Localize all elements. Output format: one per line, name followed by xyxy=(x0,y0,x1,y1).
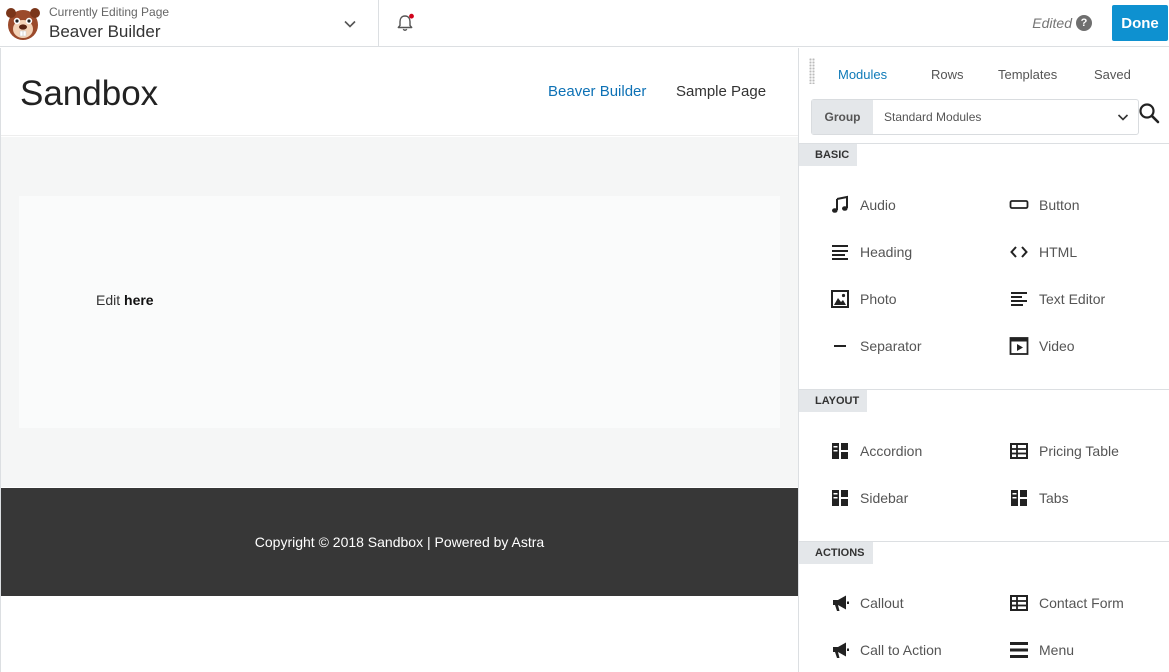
megaphone-icon xyxy=(833,595,849,611)
module-label: Video xyxy=(1039,338,1075,354)
nav-link-beaver-builder[interactable]: Beaver Builder xyxy=(548,83,646,100)
module-label: Photo xyxy=(860,291,897,307)
group-select[interactable]: Standard Modules xyxy=(873,100,1139,134)
text-editor-icon xyxy=(1011,292,1027,306)
editing-label: Currently Editing Page xyxy=(49,5,170,19)
help-icon[interactable]: ? xyxy=(1076,15,1092,31)
site-footer: Copyright © 2018 Sandbox | Powered by As… xyxy=(1,488,798,596)
module-label: Accordion xyxy=(860,443,923,459)
drag-handle-icon[interactable] xyxy=(809,58,815,84)
group-filter: Group Standard Modules xyxy=(811,99,1139,135)
beaver-logo-icon[interactable] xyxy=(4,4,42,42)
module-label: Heading xyxy=(860,244,913,260)
top-bar: Currently Editing Page Beaver Builder Ed… xyxy=(0,0,1169,47)
module-label: Pricing Table xyxy=(1039,443,1119,459)
edit-status: Edited xyxy=(1032,15,1072,31)
code-icon xyxy=(1010,246,1028,258)
megaphone-icon xyxy=(833,642,849,658)
content-panel: Modules Rows Templates Saved Group Stand… xyxy=(798,48,1169,672)
accordion-icon xyxy=(832,443,848,459)
text-module[interactable]: Edit here xyxy=(19,196,780,428)
section-actions-label: ACTIONS xyxy=(799,542,873,564)
page-title: Beaver Builder xyxy=(49,22,161,41)
module-label: Button xyxy=(1039,197,1080,213)
form-icon xyxy=(1010,595,1028,611)
tab-templates[interactable]: Templates xyxy=(998,67,1057,82)
nav-link-sample-page[interactable]: Sample Page xyxy=(676,83,766,100)
module-label: Menu xyxy=(1039,642,1075,658)
content-row[interactable]: Edit here xyxy=(1,137,798,487)
page-selector[interactable]: Currently Editing Page Beaver Builder xyxy=(49,4,369,42)
group-select-value: Standard Modules xyxy=(884,110,982,124)
module-text[interactable]: Edit here xyxy=(96,292,154,308)
tab-saved[interactable]: Saved xyxy=(1094,67,1131,82)
done-button[interactable]: Done xyxy=(1112,5,1168,41)
heading-icon xyxy=(832,245,848,260)
site-title[interactable]: Sandbox xyxy=(20,74,158,114)
module-label: Call to Action xyxy=(860,642,942,658)
tabs-icon xyxy=(1011,490,1027,506)
module-label: Contact Form xyxy=(1039,595,1124,611)
button-icon xyxy=(1009,200,1029,209)
tab-rows[interactable]: Rows xyxy=(931,67,964,82)
chevron-down-icon[interactable] xyxy=(342,16,358,32)
sidebar-icon xyxy=(832,490,848,506)
section-layout-label: LAYOUT xyxy=(799,390,868,412)
chevron-down-icon xyxy=(1117,114,1129,121)
module-label: Text Editor xyxy=(1039,291,1106,307)
page-canvas: Sandbox Beaver Builder Sample Page Edit … xyxy=(0,48,798,672)
menu-icon xyxy=(1010,642,1028,658)
music-icon xyxy=(832,195,848,213)
search-icon[interactable] xyxy=(1137,101,1161,125)
video-icon xyxy=(1009,337,1029,355)
module-label: Separator xyxy=(860,338,922,354)
module-label: HTML xyxy=(1039,244,1078,260)
section-basic-label: BASIC xyxy=(799,144,858,166)
module-label: Callout xyxy=(860,595,904,611)
footer-copyright: Copyright © 2018 Sandbox | Powered by As… xyxy=(254,534,545,550)
table-icon xyxy=(1010,443,1028,459)
module-label: Sidebar xyxy=(860,490,909,506)
tab-modules[interactable]: Modules xyxy=(838,67,887,82)
page-bottom xyxy=(1,596,798,672)
module-label: Tabs xyxy=(1039,490,1069,506)
notification-bell-icon[interactable] xyxy=(395,13,415,33)
photo-icon xyxy=(831,290,849,308)
module-label: Audio xyxy=(860,197,896,213)
site-header: Sandbox Beaver Builder Sample Page xyxy=(1,48,798,136)
divider xyxy=(378,0,379,46)
separator-icon xyxy=(834,345,846,347)
group-label: Group xyxy=(812,100,873,134)
